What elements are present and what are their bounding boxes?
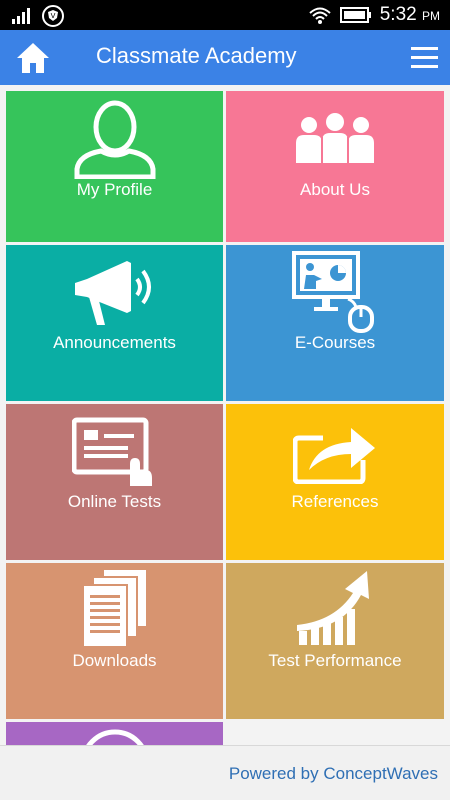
- tile-label: Announcements: [53, 333, 176, 352]
- signal-icon: [12, 8, 30, 24]
- footer: Powered by ConceptWaves: [0, 745, 450, 800]
- tile-media[interactable]: [6, 722, 223, 745]
- growth-chart-icon: [297, 571, 369, 645]
- tile-about-us[interactable]: About Us: [226, 91, 444, 242]
- tile-label: E-Courses: [294, 333, 376, 352]
- person-icon: [74, 100, 155, 179]
- documents-icon: [81, 568, 148, 648]
- tile-label: About Us: [300, 180, 370, 199]
- clock: 5:32 PM: [379, 4, 440, 25]
- tile-label: My Profile: [76, 180, 153, 199]
- tile-downloads[interactable]: Downloads: [6, 563, 223, 719]
- menu-grid: My Profile About Us Announcements E-Cour…: [6, 91, 444, 745]
- app-bar: Classmate Academy: [0, 30, 450, 85]
- play-icon: [85, 729, 144, 745]
- status-bar: V 5:32 PM: [0, 0, 450, 30]
- home-icon[interactable]: [16, 41, 50, 75]
- group-icon: [296, 113, 374, 163]
- menu-icon[interactable]: [411, 47, 438, 69]
- wifi-icon: [309, 7, 331, 24]
- svg-text:V: V: [51, 12, 56, 20]
- tile-my-profile[interactable]: My Profile: [6, 91, 223, 242]
- presentation-icon: [292, 251, 374, 333]
- tile-announcements[interactable]: Announcements: [6, 245, 223, 401]
- powered-by-text: Powered by ConceptWaves: [228, 764, 438, 783]
- share-icon: [293, 428, 375, 484]
- tile-online-tests[interactable]: Online Tests: [6, 404, 223, 560]
- tile-label: References: [291, 492, 379, 511]
- tile-references[interactable]: References: [226, 404, 444, 560]
- megaphone-icon: [74, 261, 151, 325]
- app-title: Classmate Academy: [96, 43, 297, 68]
- tile-e-courses[interactable]: E-Courses: [226, 245, 444, 401]
- battery-icon: [339, 7, 371, 23]
- tile-test-performance[interactable]: Test Performance: [226, 563, 444, 719]
- tile-label: Downloads: [72, 651, 157, 670]
- tile-label: Test Performance: [268, 651, 402, 670]
- shield-icon: V: [42, 5, 64, 27]
- tile-label: Online Tests: [67, 492, 162, 511]
- test-touch-icon: [71, 417, 152, 486]
